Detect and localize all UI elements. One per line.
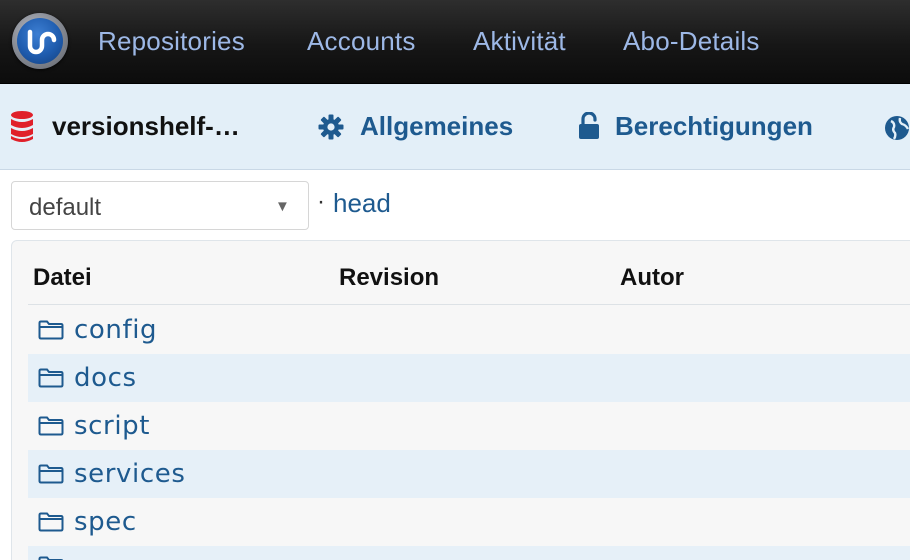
logo-glyph-icon [27, 29, 57, 55]
folder-name[interactable]: services [74, 459, 185, 489]
gear-icon [318, 114, 344, 140]
tab-allgemeines[interactable]: Allgemeines [360, 111, 513, 142]
folder-name[interactable]: script [74, 411, 150, 441]
table-row[interactable]: docs [28, 354, 910, 402]
table-row[interactable]: spec [28, 498, 910, 546]
table-row[interactable]: script [28, 402, 910, 450]
nav-aktivitaet[interactable]: Aktivität [473, 26, 566, 57]
folder-name[interactable]: spec [74, 507, 137, 537]
branch-select-value: default [29, 194, 102, 221]
table-row[interactable]: config [28, 306, 910, 354]
globe-icon[interactable] [884, 115, 910, 141]
nav-accounts[interactable]: Accounts [307, 26, 416, 57]
database-icon [11, 111, 33, 142]
breadcrumb-separator: · [317, 188, 325, 215]
branch-select[interactable]: default ▼ [11, 181, 309, 230]
nav-abo-details[interactable]: Abo-Details [623, 26, 760, 57]
folder-name[interactable]: config [74, 315, 157, 345]
column-header-datei[interactable]: Datei [33, 264, 92, 292]
nav-repositories[interactable]: Repositories [98, 26, 245, 57]
folder-icon [38, 368, 64, 388]
folder-icon [38, 556, 64, 560]
table-row[interactable] [28, 546, 910, 560]
folder-icon [38, 416, 64, 436]
folder-name[interactable]: docs [74, 363, 137, 393]
folder-icon [38, 512, 64, 532]
column-header-revision[interactable]: Revision [339, 264, 439, 292]
tab-berechtigungen[interactable]: Berechtigungen [615, 111, 813, 142]
column-header-autor[interactable]: Autor [620, 264, 684, 292]
folder-icon [38, 320, 64, 340]
folder-icon [38, 464, 64, 484]
chevron-down-icon: ▼ [275, 198, 290, 215]
app-logo[interactable] [12, 13, 68, 69]
header-divider [28, 304, 910, 305]
unlock-icon [579, 112, 599, 139]
repository-name: versionshelf-… [52, 111, 240, 141]
table-row[interactable]: services [28, 450, 910, 498]
head-link[interactable]: head [333, 188, 391, 219]
